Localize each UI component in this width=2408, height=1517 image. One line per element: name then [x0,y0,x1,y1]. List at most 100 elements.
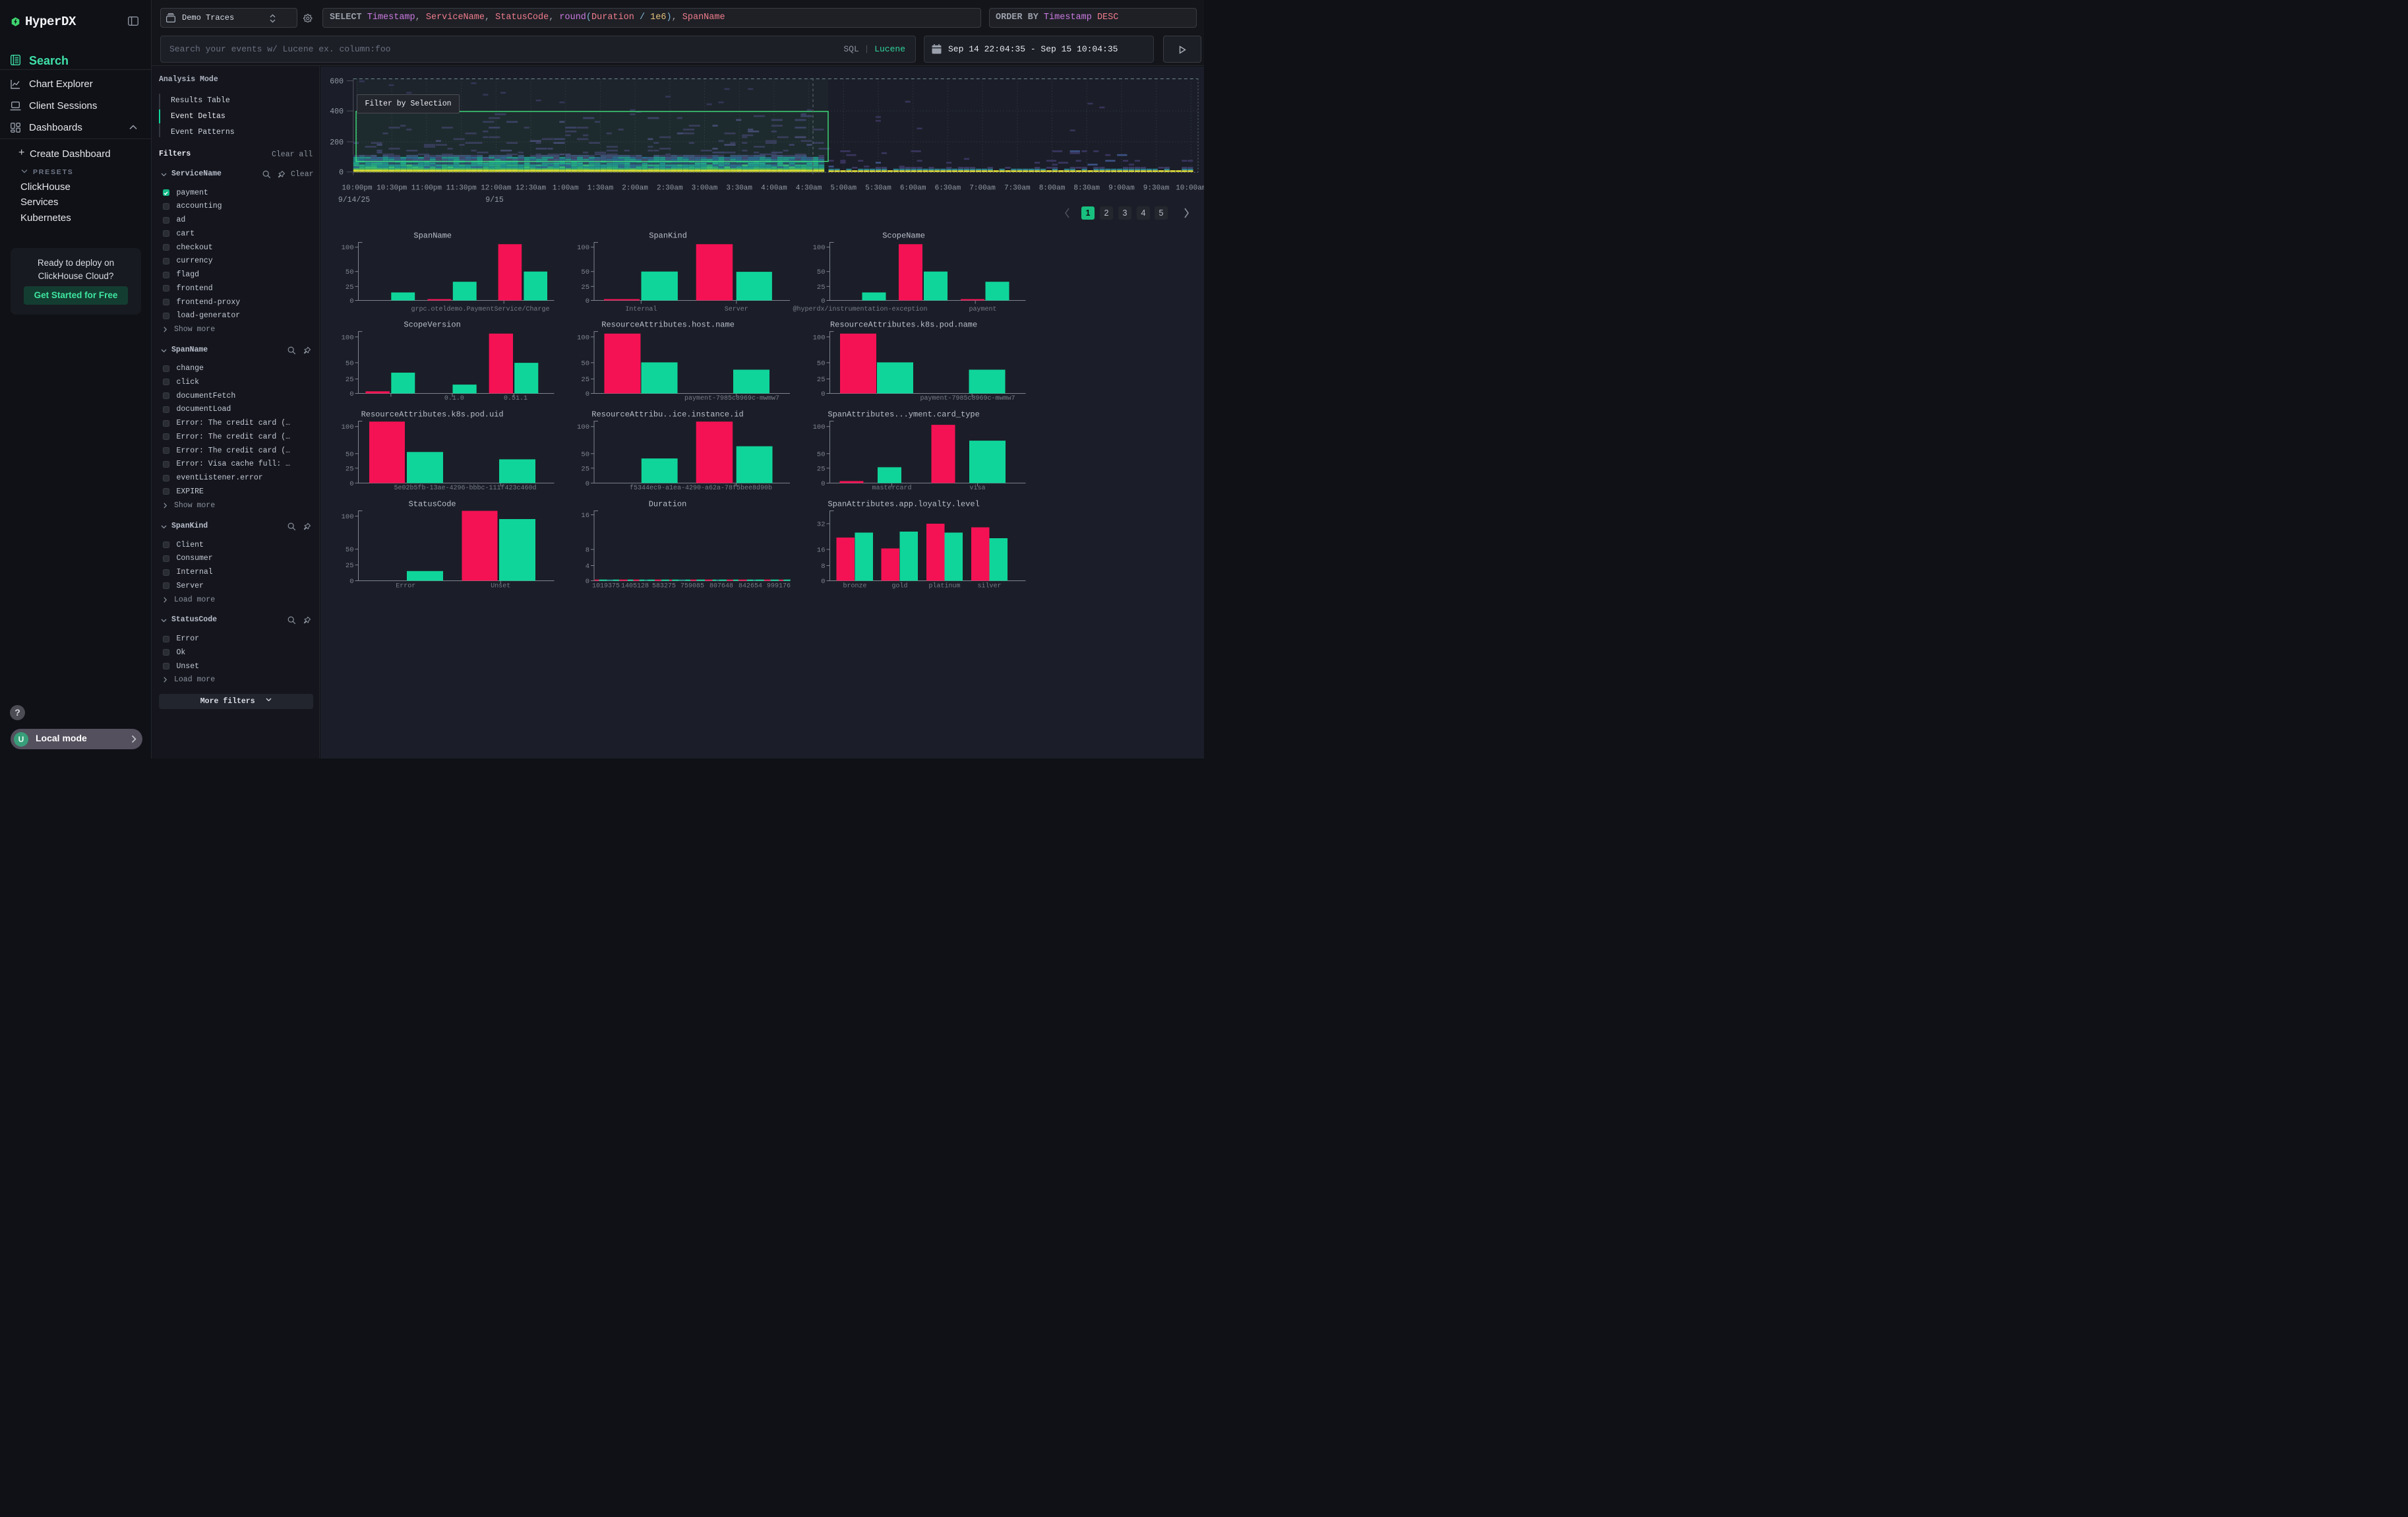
svg-text:SpanName: SpanName [413,232,452,241]
svg-text:StatusCode: StatusCode [409,500,456,509]
svg-text:50: 50 [346,450,354,458]
svg-text:0: 0 [339,169,344,177]
svg-text:0: 0 [821,578,825,586]
svg-text:4: 4 [586,563,589,571]
svg-text:0: 0 [821,390,825,398]
svg-text:8:30am: 8:30am [1073,185,1100,193]
svg-text:4:30am: 4:30am [796,185,822,193]
svg-text:11:30pm: 11:30pm [446,185,477,193]
svg-text:f5344ec9-a1ea-4290-a62a-78f5be: f5344ec9-a1ea-4290-a62a-78f5bee8d90b [630,484,772,492]
svg-text:10:00pm: 10:00pm [342,185,373,193]
svg-text:0: 0 [586,297,589,305]
svg-text:payment-7985c8969c-mwmw7: payment-7985c8969c-mwmw7 [920,395,1015,402]
svg-text:0: 0 [821,480,825,488]
svg-text:5e02b5fb-13ae-4296-bbbc-111f42: 5e02b5fb-13ae-4296-bbbc-111f423c460d [394,484,536,492]
svg-text:SpanAttributes...yment.card_ty: SpanAttributes...yment.card_type [828,410,979,419]
svg-text:1405128: 1405128 [621,583,649,590]
svg-text:2:30am: 2:30am [657,185,683,193]
svg-text:Duration: Duration [649,500,687,509]
svg-text:Server: Server [725,306,748,313]
svg-text:100: 100 [342,244,354,252]
svg-text:25: 25 [817,376,826,384]
svg-text:50: 50 [581,450,589,458]
svg-text:0: 0 [586,390,589,398]
svg-text:25: 25 [581,465,589,473]
svg-text:11:00pm: 11:00pm [411,185,442,193]
svg-text:gold: gold [891,582,907,590]
svg-text:ResourceAttribu..ice.instance.: ResourceAttribu..ice.instance.id [591,410,743,419]
svg-text:Internal: Internal [625,305,657,313]
svg-text:12:30am: 12:30am [516,185,547,193]
svg-text:9:30am: 9:30am [1143,185,1170,193]
svg-text:visa: visa [969,484,985,492]
svg-text:2:00am: 2:00am [622,185,648,193]
svg-text:999176: 999176 [767,583,791,590]
svg-text:50: 50 [817,359,826,367]
svg-text:SpanKind: SpanKind [649,232,687,241]
svg-text:100: 100 [577,244,589,252]
svg-text:9:00am: 9:00am [1108,185,1135,193]
svg-text:ResourceAttributes.host.name: ResourceAttributes.host.name [601,321,735,330]
svg-text:100: 100 [577,423,589,431]
svg-text:25: 25 [817,284,826,292]
svg-text:50: 50 [346,359,354,367]
svg-text:25: 25 [581,284,589,292]
svg-text:1:30am: 1:30am [587,185,614,193]
svg-text:0: 0 [349,297,353,305]
svg-text:25: 25 [346,465,354,473]
svg-text:100: 100 [342,513,354,521]
svg-text:400: 400 [330,108,344,116]
svg-text:0: 0 [349,480,353,488]
svg-text:200: 200 [330,139,344,147]
svg-text:@hyperdx/instrumentation-excep: @hyperdx/instrumentation-exception [793,305,927,313]
svg-text:842654: 842654 [738,583,762,590]
svg-text:payment: payment [969,306,996,313]
svg-text:8: 8 [821,563,825,571]
svg-text:9/15: 9/15 [485,196,504,204]
svg-text:Unset: Unset [491,583,510,590]
svg-text:3:00am: 3:00am [692,185,718,193]
svg-text:16: 16 [817,547,826,555]
svg-text:SpanAttributes.app.loyalty.lev: SpanAttributes.app.loyalty.level [828,500,979,509]
svg-text:5:30am: 5:30am [865,185,891,193]
svg-text:25: 25 [346,562,354,570]
svg-text:807648: 807648 [709,583,733,590]
svg-text:10:00am: 10:00am [1176,185,1204,193]
svg-text:7:30am: 7:30am [1004,185,1031,193]
svg-text:1:00am: 1:00am [553,185,579,193]
svg-text:bronze: bronze [843,582,866,590]
svg-text:12:00am: 12:00am [481,185,512,193]
svg-text:payment-7985c8969c-mwmw7: payment-7985c8969c-mwmw7 [684,395,779,402]
svg-text:0: 0 [586,480,589,488]
svg-text:100: 100 [813,423,826,431]
svg-text:32: 32 [817,521,826,529]
svg-text:100: 100 [342,334,354,342]
svg-text:100: 100 [577,334,589,342]
svg-text:50: 50 [817,268,826,276]
svg-text:0: 0 [349,390,353,398]
svg-text:10:30pm: 10:30pm [376,185,407,193]
svg-text:50: 50 [817,450,826,458]
svg-text:Error: Error [396,583,415,590]
svg-text:silver: silver [977,582,1001,590]
svg-text:25: 25 [346,284,354,292]
svg-text:100: 100 [813,244,826,252]
svg-text:6:00am: 6:00am [900,185,926,193]
svg-text:ResourceAttributes.k8s.pod.nam: ResourceAttributes.k8s.pod.name [830,321,977,330]
svg-text:0.51.1: 0.51.1 [504,395,527,402]
svg-text:50: 50 [346,546,354,554]
svg-text:16: 16 [581,512,589,520]
svg-text:ScopeVersion: ScopeVersion [404,321,460,330]
svg-text:0.1.0: 0.1.0 [444,395,464,402]
svg-text:100: 100 [813,334,826,342]
svg-text:8:00am: 8:00am [1039,185,1066,193]
svg-text:6:30am: 6:30am [935,185,961,193]
svg-text:7:00am: 7:00am [969,185,996,193]
svg-text:600: 600 [330,78,344,86]
svg-text:0: 0 [586,578,589,586]
svg-text:9/14/25: 9/14/25 [338,196,370,204]
svg-text:100: 100 [342,423,354,431]
svg-text:ScopeName: ScopeName [882,232,925,241]
svg-text:50: 50 [346,268,354,276]
svg-text:ResourceAttributes.k8s.pod.uid: ResourceAttributes.k8s.pod.uid [361,410,504,419]
